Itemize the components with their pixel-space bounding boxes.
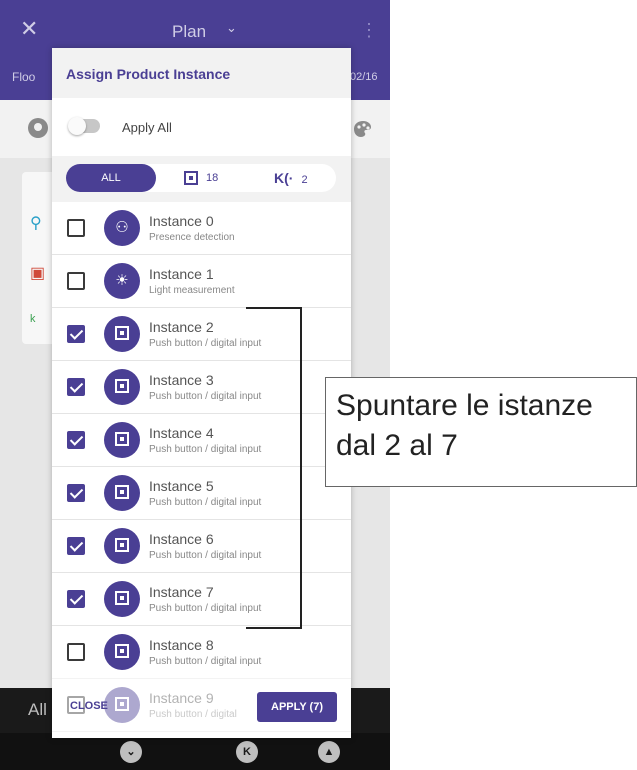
instance-row[interactable]: Instance 5 Push button / digital input xyxy=(52,467,351,520)
wireless-icon: K(· xyxy=(274,170,294,186)
instance-type: Presence detection xyxy=(149,232,235,243)
instance-name: Instance 1 xyxy=(149,266,214,282)
more-icon[interactable]: ⋮ xyxy=(360,20,378,41)
instance-checkbox[interactable] xyxy=(67,643,85,661)
instance-checkbox[interactable] xyxy=(67,590,85,608)
instance-name: Instance 5 xyxy=(149,478,214,494)
instance-row[interactable]: Instance 2 Push button / digital input xyxy=(52,308,351,361)
instance-row[interactable]: Instance 8 Push button / digital input xyxy=(52,626,351,679)
dialog-header: Assign Product Instance xyxy=(52,48,351,98)
filter-segmented-control: ALL 18 K(· 2 xyxy=(66,164,336,192)
dialog-footer: CLOSE APPLY (7) xyxy=(52,678,351,738)
push-button-icon xyxy=(184,171,198,186)
instance-type: Push button / digital input xyxy=(149,391,262,402)
instance-checkbox[interactable] xyxy=(67,537,85,555)
instance-type: Push button / digital input xyxy=(149,656,262,667)
date-label: 02/16 xyxy=(350,71,378,83)
push-button-icon xyxy=(104,634,140,670)
app-title[interactable]: Plan xyxy=(172,22,206,42)
annotation-line-2: dal 2 al 7 xyxy=(336,429,458,462)
tab-wireless-devices[interactable]: K(· 2 xyxy=(274,164,308,192)
floor-label: Floo xyxy=(12,70,36,84)
instance-name: Instance 4 xyxy=(149,425,214,441)
all-label: All xyxy=(28,700,47,719)
instance-name: Instance 3 xyxy=(149,372,214,388)
instance-checkbox[interactable] xyxy=(67,219,85,237)
input-device-icon: ▣ xyxy=(30,265,46,282)
instance-row[interactable]: Instance 6 Push button / digital input xyxy=(52,520,351,573)
chevron-down-icon[interactable]: ⌄ xyxy=(226,20,237,36)
instance-type: Push button / digital input xyxy=(149,497,262,508)
annotation-bracket xyxy=(246,307,302,629)
instance-checkbox[interactable] xyxy=(67,325,85,343)
location-pin-icon[interactable] xyxy=(28,118,48,138)
tab-input-devices[interactable]: 18 xyxy=(184,164,218,192)
dialog-title: Assign Product Instance xyxy=(66,66,231,82)
presence-sensor-icon: ⚇ xyxy=(104,210,140,246)
push-button-icon xyxy=(104,581,140,617)
paint-palette-icon[interactable] xyxy=(350,118,374,140)
light-sensor-icon: ☀ xyxy=(104,263,140,299)
bottom-nav: ⌄ K ▲ xyxy=(0,733,390,770)
instance-type: Push button / digital input xyxy=(149,444,262,455)
assign-instance-dialog: Assign Product Instance Apply All ALL 18… xyxy=(52,48,351,738)
close-button[interactable]: CLOSE xyxy=(70,700,108,712)
instance-row[interactable]: Instance 4 Push button / digital input xyxy=(52,414,351,467)
instance-name: Instance 6 xyxy=(149,531,214,547)
apply-button[interactable]: APPLY (7) xyxy=(257,692,337,722)
instance-row[interactable]: ⚇ Instance 0 Presence detection xyxy=(52,202,351,255)
annotation-text: Spuntare le istanze dal 2 al 7 xyxy=(336,386,626,466)
push-button-icon xyxy=(104,528,140,564)
apply-all-label: Apply All xyxy=(122,120,172,135)
instance-name: Instance 8 xyxy=(149,637,214,653)
push-button-icon xyxy=(104,369,140,405)
eject-icon[interactable]: ▲ xyxy=(318,741,340,763)
luminaire-icon: ⚲ xyxy=(30,215,42,232)
tab-all[interactable]: ALL xyxy=(66,164,156,192)
instance-row[interactable]: Instance 7 Push button / digital input xyxy=(52,573,351,626)
chevron-down-icon[interactable]: ⌄ xyxy=(120,741,142,763)
apply-all-toggle[interactable] xyxy=(68,117,100,135)
instance-name: Instance 2 xyxy=(149,319,214,335)
push-button-icon xyxy=(104,422,140,458)
wireless-count: 2 xyxy=(301,174,308,186)
push-button-icon xyxy=(104,475,140,511)
annotation-callout: Spuntare le istanze dal 2 al 7 xyxy=(325,377,637,487)
apply-all-row: Apply All xyxy=(52,98,351,156)
instance-checkbox[interactable] xyxy=(67,431,85,449)
instance-checkbox[interactable] xyxy=(67,378,85,396)
instance-type: Light measurement xyxy=(149,285,235,296)
wireless-icon[interactable]: K xyxy=(236,741,258,763)
instance-row[interactable]: Instance 3 Push button / digital input xyxy=(52,361,351,414)
instance-type: Push button / digital input xyxy=(149,550,262,561)
instance-type: Push button / digital input xyxy=(149,603,262,614)
instance-checkbox[interactable] xyxy=(67,484,85,502)
filter-bar: ALL 18 K(· 2 xyxy=(52,156,351,202)
instance-checkbox[interactable] xyxy=(67,272,85,290)
instance-name: Instance 0 xyxy=(149,213,214,229)
instance-type: Push button / digital input xyxy=(149,338,262,349)
instance-name: Instance 7 xyxy=(149,584,214,600)
instance-row[interactable]: ☀ Instance 1 Light measurement xyxy=(52,255,351,308)
close-icon[interactable]: ✕ xyxy=(20,18,38,40)
push-button-icon xyxy=(104,316,140,352)
input-count: 18 xyxy=(206,172,219,184)
toggle-knob xyxy=(68,117,86,135)
annotation-line-1: Spuntare le istanze xyxy=(336,389,593,422)
wireless-device-icon: ᵏ xyxy=(30,313,36,330)
